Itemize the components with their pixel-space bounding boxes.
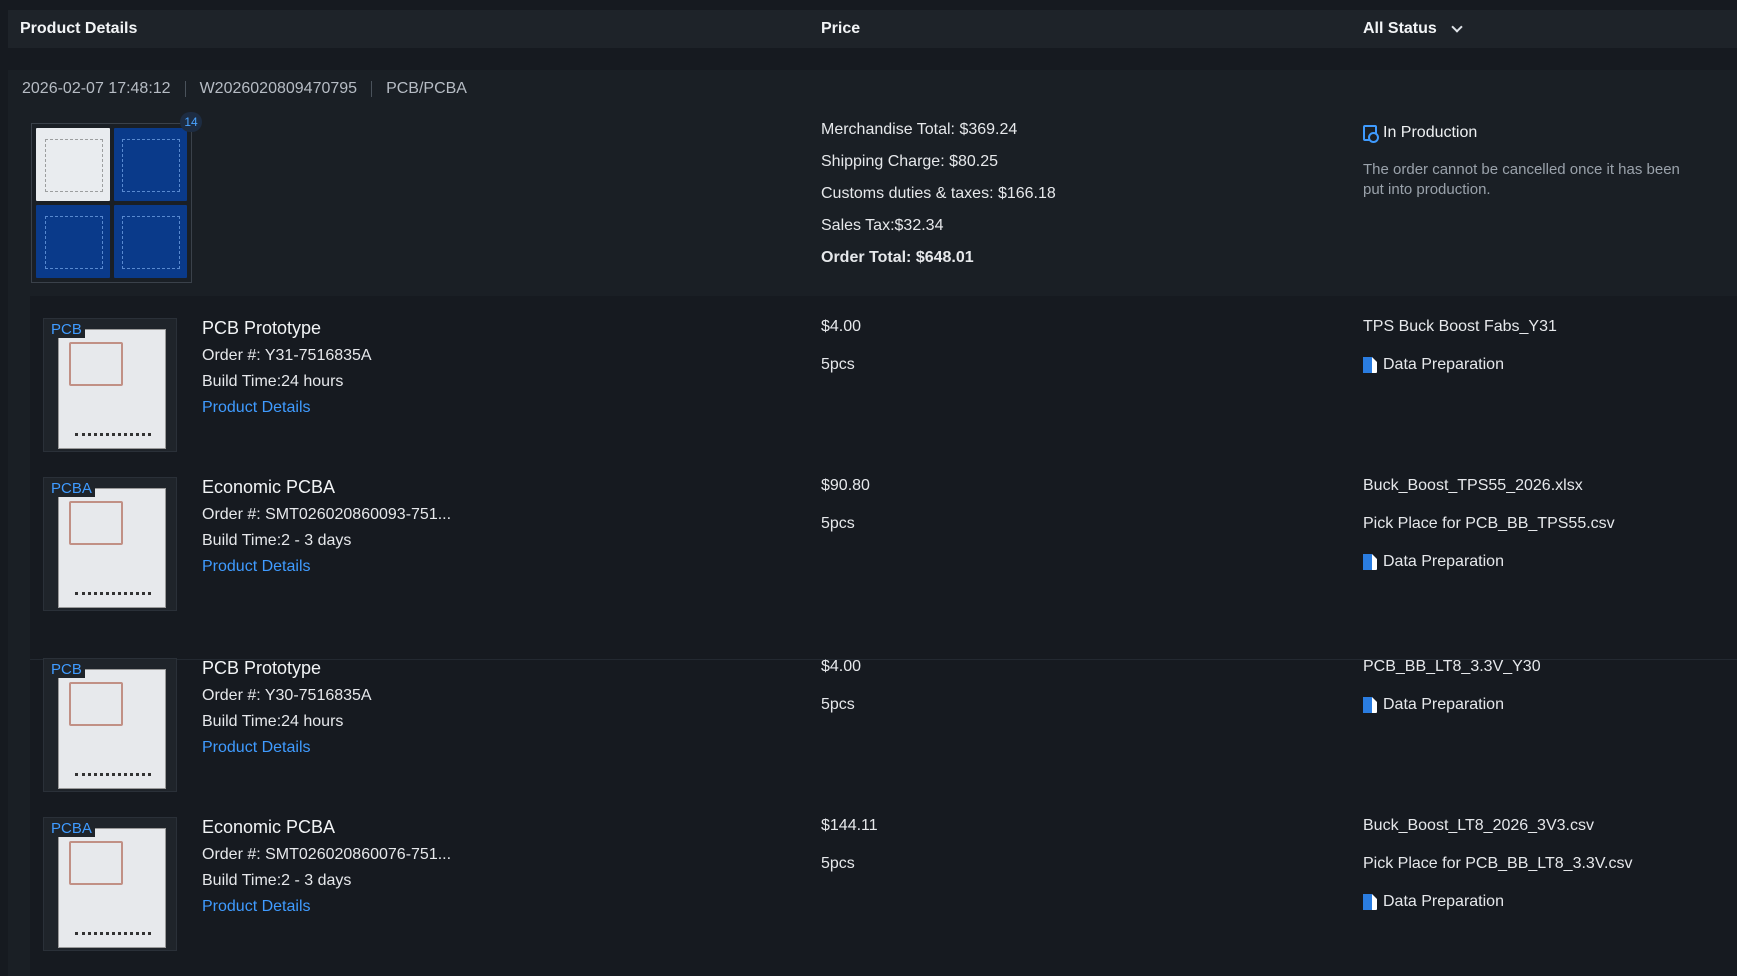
file-name[interactable]: Pick Place for PCB_BB_LT8_3.3V.csv — [1363, 855, 1632, 873]
file-name[interactable]: Buck_Boost_LT8_2026_3V3.csv — [1363, 817, 1632, 835]
product-details-link[interactable]: Product Details — [202, 739, 372, 757]
order-total: Order Total: $648.01 — [821, 249, 974, 266]
document-icon — [1363, 357, 1377, 373]
item-price-block: $90.80 5pcs — [821, 477, 870, 533]
product-details-link[interactable]: Product Details — [202, 399, 372, 417]
item-order-number: Order #: Y31-7516835A — [202, 347, 372, 364]
document-icon — [1363, 554, 1377, 570]
data-preparation-label: Data Preparation — [1383, 696, 1504, 713]
data-preparation-status: Data Preparation — [1363, 553, 1615, 571]
data-preparation-status: Data Preparation — [1363, 893, 1632, 911]
item-type-tag: PCB — [48, 321, 85, 338]
file-name[interactable]: TPS Buck Boost Fabs_Y31 — [1363, 318, 1557, 336]
item-files: Buck_Boost_LT8_2026_3V3.csv Pick Place f… — [1363, 817, 1632, 911]
item-info: PCB Prototype Order #: Y30-7516835A Buil… — [202, 658, 372, 757]
meta-separator — [184, 81, 186, 97]
item-thumbnail[interactable]: PCBA — [43, 477, 177, 611]
document-icon — [1363, 697, 1377, 713]
item-type-tag: PCBA — [48, 820, 95, 837]
file-name[interactable]: PCB_BB_LT8_3.3V_Y30 — [1363, 658, 1541, 676]
item-thumbnail[interactable]: PCB — [43, 318, 177, 452]
order-status: In Production The order cannot be cancel… — [1363, 124, 1703, 199]
thumbnail-count-badge: 14 — [180, 112, 202, 132]
item-info: Economic PCBA Order #: SMT026020860093-7… — [202, 477, 451, 576]
item-order-number: Order #: SMT026020860093-751... — [202, 506, 452, 523]
order-meta: 2026-02-07 17:48:12 W2026020809470795 PC… — [22, 80, 467, 98]
item-quantity: 5pcs — [821, 855, 855, 872]
status-filter-dropdown[interactable]: All Status — [1363, 20, 1463, 38]
status-note: The order cannot be cancelled once it ha… — [1363, 161, 1680, 198]
item-thumbnail[interactable]: PCBA — [43, 817, 177, 951]
sales-tax: Sales Tax:$32.34 — [821, 217, 944, 234]
file-name[interactable]: Pick Place for PCB_BB_TPS55.csv — [1363, 515, 1615, 533]
data-preparation-label: Data Preparation — [1383, 553, 1504, 570]
production-icon — [1363, 125, 1379, 143]
order-category: PCB/PCBA — [386, 80, 467, 97]
customs-duties: Customs duties & taxes: $166.18 — [821, 185, 1056, 202]
item-price: $90.80 — [821, 477, 870, 494]
merchandise-total: Merchandise Total: $369.24 — [821, 121, 1018, 138]
item-order-number: Order #: SMT026020860076-751... — [202, 846, 452, 863]
item-build-time: Build Time:24 hours — [202, 373, 344, 390]
pcb-thumbnail — [36, 128, 110, 201]
meta-separator — [371, 81, 373, 97]
item-price-block: $4.00 5pcs — [821, 318, 861, 374]
item-price: $4.00 — [821, 658, 862, 675]
item-title: Economic PCBA — [202, 477, 336, 497]
file-name[interactable]: Buck_Boost_TPS55_2026.xlsx — [1363, 477, 1615, 495]
item-price-block: $144.11 5pcs — [821, 817, 878, 873]
shipping-charge: Shipping Charge: $80.25 — [821, 153, 999, 170]
order-thumbnail-grid[interactable] — [31, 123, 192, 283]
pcb-thumbnail — [113, 128, 187, 201]
status-text: In Production — [1383, 124, 1478, 141]
item-files: Buck_Boost_TPS55_2026.xlsx Pick Place fo… — [1363, 477, 1615, 571]
product-details-link[interactable]: Product Details — [202, 558, 451, 576]
chevron-down-icon — [1451, 21, 1463, 33]
table-header: Product Details Price All Status — [8, 10, 1737, 48]
header-price: Price — [821, 20, 861, 37]
pcb-board-image — [58, 329, 166, 449]
item-title: Economic PCBA — [202, 817, 336, 837]
data-preparation-status: Data Preparation — [1363, 356, 1557, 374]
item-build-time: Build Time:24 hours — [202, 713, 344, 730]
header-product-details: Product Details — [20, 20, 138, 37]
item-price: $4.00 — [821, 318, 862, 335]
item-files: PCB_BB_LT8_3.3V_Y30 Data Preparation — [1363, 658, 1541, 714]
pcb-thumbnail — [113, 205, 187, 278]
pcb-board-image — [58, 488, 166, 608]
item-title: PCB Prototype — [202, 658, 322, 678]
item-quantity: 5pcs — [821, 515, 855, 532]
document-icon — [1363, 894, 1377, 910]
item-price: $144.11 — [821, 817, 878, 834]
order-totals: Merchandise Total: $369.24 Shipping Char… — [821, 122, 1056, 282]
item-info: Economic PCBA Order #: SMT026020860076-7… — [202, 817, 451, 916]
item-title: PCB Prototype — [202, 318, 322, 338]
item-build-time: Build Time:2 - 3 days — [202, 532, 352, 549]
status-filter-label: All Status — [1363, 20, 1437, 37]
item-info: PCB Prototype Order #: Y31-7516835A Buil… — [202, 318, 372, 417]
data-preparation-status: Data Preparation — [1363, 696, 1541, 714]
data-preparation-label: Data Preparation — [1383, 893, 1504, 910]
pcb-thumbnail — [36, 205, 110, 278]
item-quantity: 5pcs — [821, 356, 855, 373]
product-details-link[interactable]: Product Details — [202, 898, 451, 916]
item-price-block: $4.00 5pcs — [821, 658, 861, 714]
item-files: TPS Buck Boost Fabs_Y31 Data Preparation — [1363, 318, 1557, 374]
pcb-board-image — [58, 828, 166, 948]
item-type-tag: PCB — [48, 661, 85, 678]
order-datetime: 2026-02-07 17:48:12 — [22, 80, 171, 97]
order-items: PCB PCB Prototype Order #: Y31-7516835A … — [30, 296, 1737, 976]
item-thumbnail[interactable]: PCB — [43, 658, 177, 792]
item-order-number: Order #: Y30-7516835A — [202, 687, 372, 704]
data-preparation-label: Data Preparation — [1383, 356, 1504, 373]
order-card: 2026-02-07 17:48:12 W2026020809470795 PC… — [8, 70, 1737, 976]
pcb-board-image — [58, 669, 166, 789]
status-line: In Production — [1363, 124, 1703, 143]
item-quantity: 5pcs — [821, 696, 855, 713]
order-id[interactable]: W2026020809470795 — [200, 80, 357, 98]
item-type-tag: PCBA — [48, 480, 95, 497]
item-build-time: Build Time:2 - 3 days — [202, 872, 352, 889]
